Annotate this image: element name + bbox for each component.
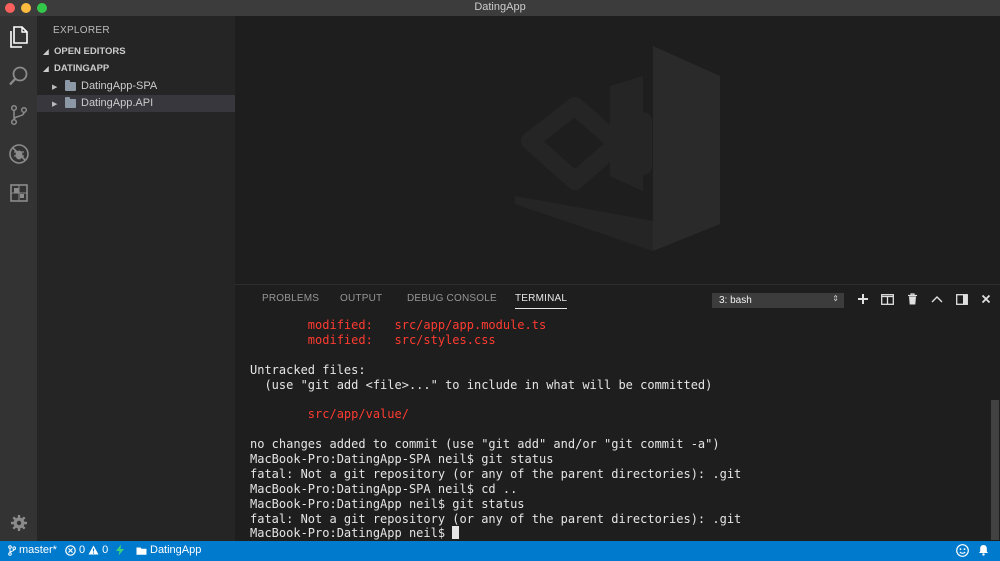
status-bar: master* 0 0 DatingApp — [0, 541, 1000, 561]
maximize-panel-icon[interactable] — [930, 292, 944, 306]
terminal-line: modified: src/app/app.module.ts — [250, 318, 547, 332]
branch-indicator[interactable]: master* — [8, 544, 57, 556]
close-panel-icon[interactable] — [979, 292, 993, 306]
section-label: DATINGAPP — [54, 63, 110, 74]
terminal-scrollbar[interactable] — [991, 400, 999, 540]
vscode-logo-watermark-icon — [515, 46, 720, 251]
terminal-output[interactable]: modified: src/app/app.module.ts modified… — [250, 318, 990, 541]
files-icon[interactable] — [6, 24, 31, 49]
git-branch-icon — [8, 544, 16, 556]
split-terminal-icon[interactable] — [880, 292, 894, 306]
terminal-line: MacBook-Pro:DatingApp-SPA neil$ git stat… — [250, 452, 554, 467]
error-count: 0 — [79, 544, 86, 556]
tab-debug-console[interactable]: DEBUG CONSOLE — [407, 293, 497, 304]
terminal-select-value: 3: bash — [719, 295, 752, 306]
tree-item-label: DatingApp-SPA — [81, 80, 158, 92]
terminal-line: fatal: Not a git repository (or any of t… — [250, 511, 742, 526]
tree-item-label: DatingApp.API — [81, 97, 154, 109]
terminal-prompt: MacBook-Pro:DatingApp neil$ — [250, 526, 453, 541]
notifications-bell-icon[interactable] — [978, 544, 989, 556]
trash-icon[interactable] — [905, 292, 919, 306]
warning-count: 0 — [102, 544, 109, 556]
terminal-cursor — [452, 526, 460, 540]
terminal-line: fatal: Not a git repository (or any of t… — [250, 466, 742, 481]
terminal-prompt-line[interactable]: MacBook-Pro:DatingApp neil$ — [250, 526, 990, 541]
terminal-line: modified: src/styles.css — [250, 332, 496, 347]
collapse-triangle-icon: ◢ — [43, 48, 49, 56]
search-icon[interactable] — [6, 63, 31, 88]
workspace-folder-label: DatingApp — [150, 544, 202, 556]
feedback-icon[interactable] — [956, 544, 969, 557]
collapse-triangle-icon: ◢ — [43, 65, 49, 73]
tree-item-datingapp-api[interactable]: ▶ DatingApp.API — [37, 95, 235, 112]
terminal-line: src/app/value/ — [250, 407, 409, 422]
terminal-line: no changes added to commit (use "git add… — [250, 437, 720, 452]
title-bar: DatingApp — [0, 0, 1000, 16]
folder-icon — [65, 80, 76, 91]
folder-icon — [65, 97, 76, 108]
folder-icon — [136, 547, 147, 555]
live-share-indicator[interactable] — [115, 544, 125, 556]
workspace-section[interactable]: ◢ DATINGAPP — [37, 60, 235, 77]
terminal-instance-select[interactable]: 3: bash ⇕ — [712, 293, 844, 308]
tab-problems[interactable]: PROBLEMS — [262, 293, 319, 304]
explorer-sidebar: EXPLORER ◢ OPEN EDITORS ◢ DATINGAPP ▶ Da… — [37, 16, 235, 541]
tab-output[interactable]: OUTPUT — [340, 293, 382, 304]
terminal-line: MacBook-Pro:DatingApp-SPA neil$ cd .. — [250, 481, 518, 496]
terminal-line: (use "git add <file>..." to include in w… — [250, 377, 713, 392]
workspace-folder-indicator[interactable]: DatingApp — [136, 544, 201, 556]
chevron-right-icon: ▶ — [52, 100, 58, 108]
source-control-icon[interactable] — [6, 102, 31, 127]
activity-bar — [0, 16, 37, 541]
select-arrows-icon: ⇕ — [832, 294, 839, 303]
branch-label: master* — [19, 544, 57, 556]
problems-indicator[interactable]: 0 0 — [65, 544, 108, 556]
terminal-line: MacBook-Pro:DatingApp neil$ git status — [250, 496, 525, 511]
toggle-panel-position-icon[interactable] — [955, 292, 969, 306]
tree-item-datingapp-spa[interactable]: ▶ DatingApp-SPA — [37, 78, 235, 95]
error-icon — [65, 544, 76, 556]
window-title: DatingApp — [474, 1, 526, 13]
explorer-title: EXPLORER — [53, 25, 110, 36]
extensions-icon[interactable] — [6, 180, 31, 205]
bottom-panel: PROBLEMS OUTPUT DEBUG CONSOLE TERMINAL 3… — [235, 284, 1000, 541]
debug-icon[interactable] — [6, 141, 31, 166]
editor-area[interactable] — [235, 16, 1000, 284]
open-editors-section[interactable]: ◢ OPEN EDITORS — [37, 43, 235, 60]
chevron-right-icon: ▶ — [52, 83, 58, 91]
terminal-line: Untracked files: — [250, 362, 366, 377]
section-label: OPEN EDITORS — [54, 46, 126, 57]
lightning-icon — [116, 544, 124, 556]
warning-icon — [88, 545, 99, 555]
add-terminal-icon[interactable] — [856, 292, 870, 306]
tab-terminal[interactable]: TERMINAL — [515, 293, 568, 309]
settings-gear-icon[interactable] — [6, 510, 31, 535]
